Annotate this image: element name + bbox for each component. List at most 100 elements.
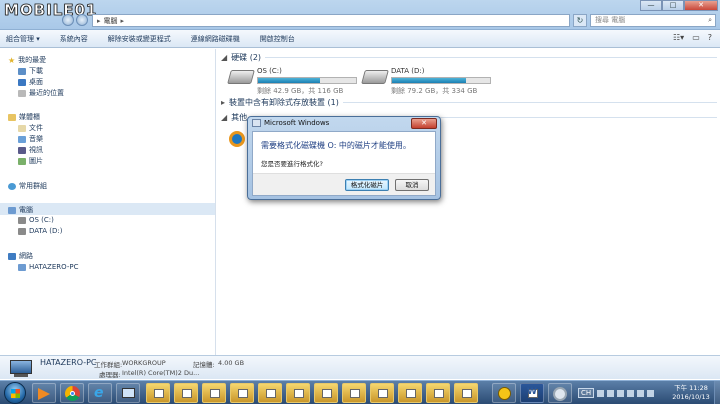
toolbar-control-panel[interactable]: 開啟控制台 [260,34,295,44]
sidebar-item-pictures[interactable]: 圖片 [18,156,43,166]
format-disk-button[interactable]: 格式化磁片 [345,179,389,191]
sidebar-item-os-c[interactable]: OS (C:) [18,216,54,224]
hdd-group-header[interactable]: ◢ 硬碟 (2) [221,52,717,63]
tray-icon-2[interactable] [607,389,615,397]
toolbar-map-drive[interactable]: 連線網路磁碟機 [191,34,240,44]
drive-name: DATA (D:) [391,67,425,75]
removable-group-header[interactable]: ▸ 裝置中含有卸除式存放裝置 (1) [221,97,717,108]
ime-indicator[interactable]: CH [578,388,595,398]
cpu-label: 處理器: [99,371,121,379]
music-icon [18,135,26,143]
device-icon[interactable] [229,131,245,147]
dialog-title: Microsoft Windows [264,119,330,127]
explorer-window-5[interactable] [258,383,282,403]
command-toolbar: 組合管理 ▾ 系統內容 解除安裝或變更程式 連線網路磁碟機 開啟控制台 ☷▾ ▭… [0,30,720,48]
close-button[interactable]: ✕ [684,0,718,11]
word-taskbar-button[interactable]: W [520,383,544,403]
breadcrumb[interactable]: 電腦 [104,16,118,26]
volume-icon[interactable] [627,389,635,397]
toolbar-uninstall[interactable]: 解除安裝或變更程式 [108,34,171,44]
dialog-close-button[interactable]: ✕ [411,118,437,129]
folder-icon [462,389,472,398]
window-icon [252,119,261,127]
hard-drive-icon [227,70,255,84]
view-options-icon[interactable]: ☷▾ [673,33,684,42]
folder-icon [238,389,248,398]
minimize-button[interactable]: — [640,0,662,11]
tray-icon-3[interactable] [617,389,625,397]
refresh-button[interactable]: ↻ [573,14,587,27]
dialog-question: 您是否要進行格式化? [261,160,323,168]
windows-logo-icon [11,389,20,398]
network-taskbar-button[interactable] [116,383,140,403]
ie-taskbar-button[interactable]: e [88,383,112,403]
sidebar-libraries[interactable]: 媒體櫃 [8,112,40,122]
details-pane: HATAZERO-PC 工作群組: WORKGROUP 記憶體: 4.00 GB… [0,355,720,379]
pc-icon [18,263,26,271]
explorer-window-7[interactable] [314,383,338,403]
help-icon[interactable]: ? [708,33,712,42]
sidebar-item-recent[interactable]: 最近的位置 [18,88,64,98]
sidebar-item-documents[interactable]: 文件 [18,123,43,133]
toolbar-organize[interactable]: 組合管理 ▾ [6,34,40,44]
forward-button[interactable] [76,14,88,26]
cancel-button[interactable]: 取消 [395,179,429,191]
media-player-taskbar-button[interactable] [32,383,56,403]
sidebar-label: 媒體櫃 [19,113,40,121]
sidebar-item-data-d[interactable]: DATA (D:) [18,227,62,235]
chrome-taskbar-button[interactable] [60,383,84,403]
explorer-window-10[interactable] [398,383,422,403]
drive-os-c[interactable]: OS (C:) 剩餘 42.9 GB，共 116 GB [227,67,359,95]
explorer-window-4[interactable] [230,383,254,403]
sidebar-favorites[interactable]: ★ 我的最愛 [8,55,46,65]
star-icon: ★ [8,55,16,65]
flag-icon[interactable] [647,389,655,397]
back-button[interactable] [62,14,74,26]
taskbar: e W CH 下午 11:28 2016/10/13 [0,380,720,404]
explorer-window-2[interactable] [174,383,198,403]
sidebar-label: 網路 [19,252,33,260]
network-icon [8,252,16,260]
explorer-window-6[interactable] [286,383,310,403]
sidebar-homegroup[interactable]: 常用群組 [8,181,47,191]
search-placeholder: 搜尋 電腦 [595,16,626,24]
documents-icon [18,124,26,132]
explorer-window-8[interactable] [342,383,366,403]
explorer-window-1[interactable] [146,383,170,403]
preview-pane-icon[interactable]: ▭ [692,33,700,42]
drive-data-d[interactable]: DATA (D:) 剩餘 79.2 GB，共 334 GB [361,67,493,95]
start-button[interactable] [4,382,26,404]
explorer-window-11[interactable] [426,383,450,403]
settings-taskbar-button[interactable] [548,383,572,403]
sidebar-item-hatazero-pc[interactable]: HATAZERO-PC [18,263,78,271]
clock-date: 2016/10/13 [672,393,710,401]
network-status-icon[interactable] [637,389,645,397]
toolbar-system-properties[interactable]: 系統內容 [60,34,88,44]
sidebar-item-label: 文件 [29,124,43,132]
show-desktop-button[interactable] [714,381,720,404]
sidebar-label: 我的最愛 [18,56,47,64]
explorer-window-9[interactable] [370,383,394,403]
folder-icon [266,389,276,398]
explorer-window-12[interactable] [454,383,478,403]
sidebar-item-downloads[interactable]: 下載 [18,66,43,76]
sidebar-computer[interactable]: 電腦 [8,205,33,215]
homegroup-icon [8,182,16,190]
maximize-button[interactable]: □ [662,0,684,11]
address-bar[interactable]: ▸ 電腦 ▸ [92,14,570,27]
tray-icon-1[interactable] [597,389,605,397]
sidebar-network[interactable]: 網路 [8,251,33,261]
sidebar-label: 常用群組 [19,182,47,190]
clock[interactable]: 下午 11:28 2016/10/13 [670,384,712,402]
key-app-taskbar-button[interactable] [492,383,516,403]
drive-usage-bar [391,77,491,84]
sidebar-item-desktop[interactable]: 桌面 [18,77,43,87]
search-input[interactable]: 搜尋 電腦 ⌕ [590,14,716,27]
group-title: 裝置中含有卸除式存放裝置 (1) [229,98,339,107]
internet-explorer-icon: e [94,385,104,401]
collapse-icon: ◢ [221,53,228,62]
chevron-right-icon: ▸ [120,16,125,25]
explorer-window-3[interactable] [202,383,226,403]
sidebar-item-videos[interactable]: 視訊 [18,145,43,155]
sidebar-item-music[interactable]: 音樂 [18,134,43,144]
